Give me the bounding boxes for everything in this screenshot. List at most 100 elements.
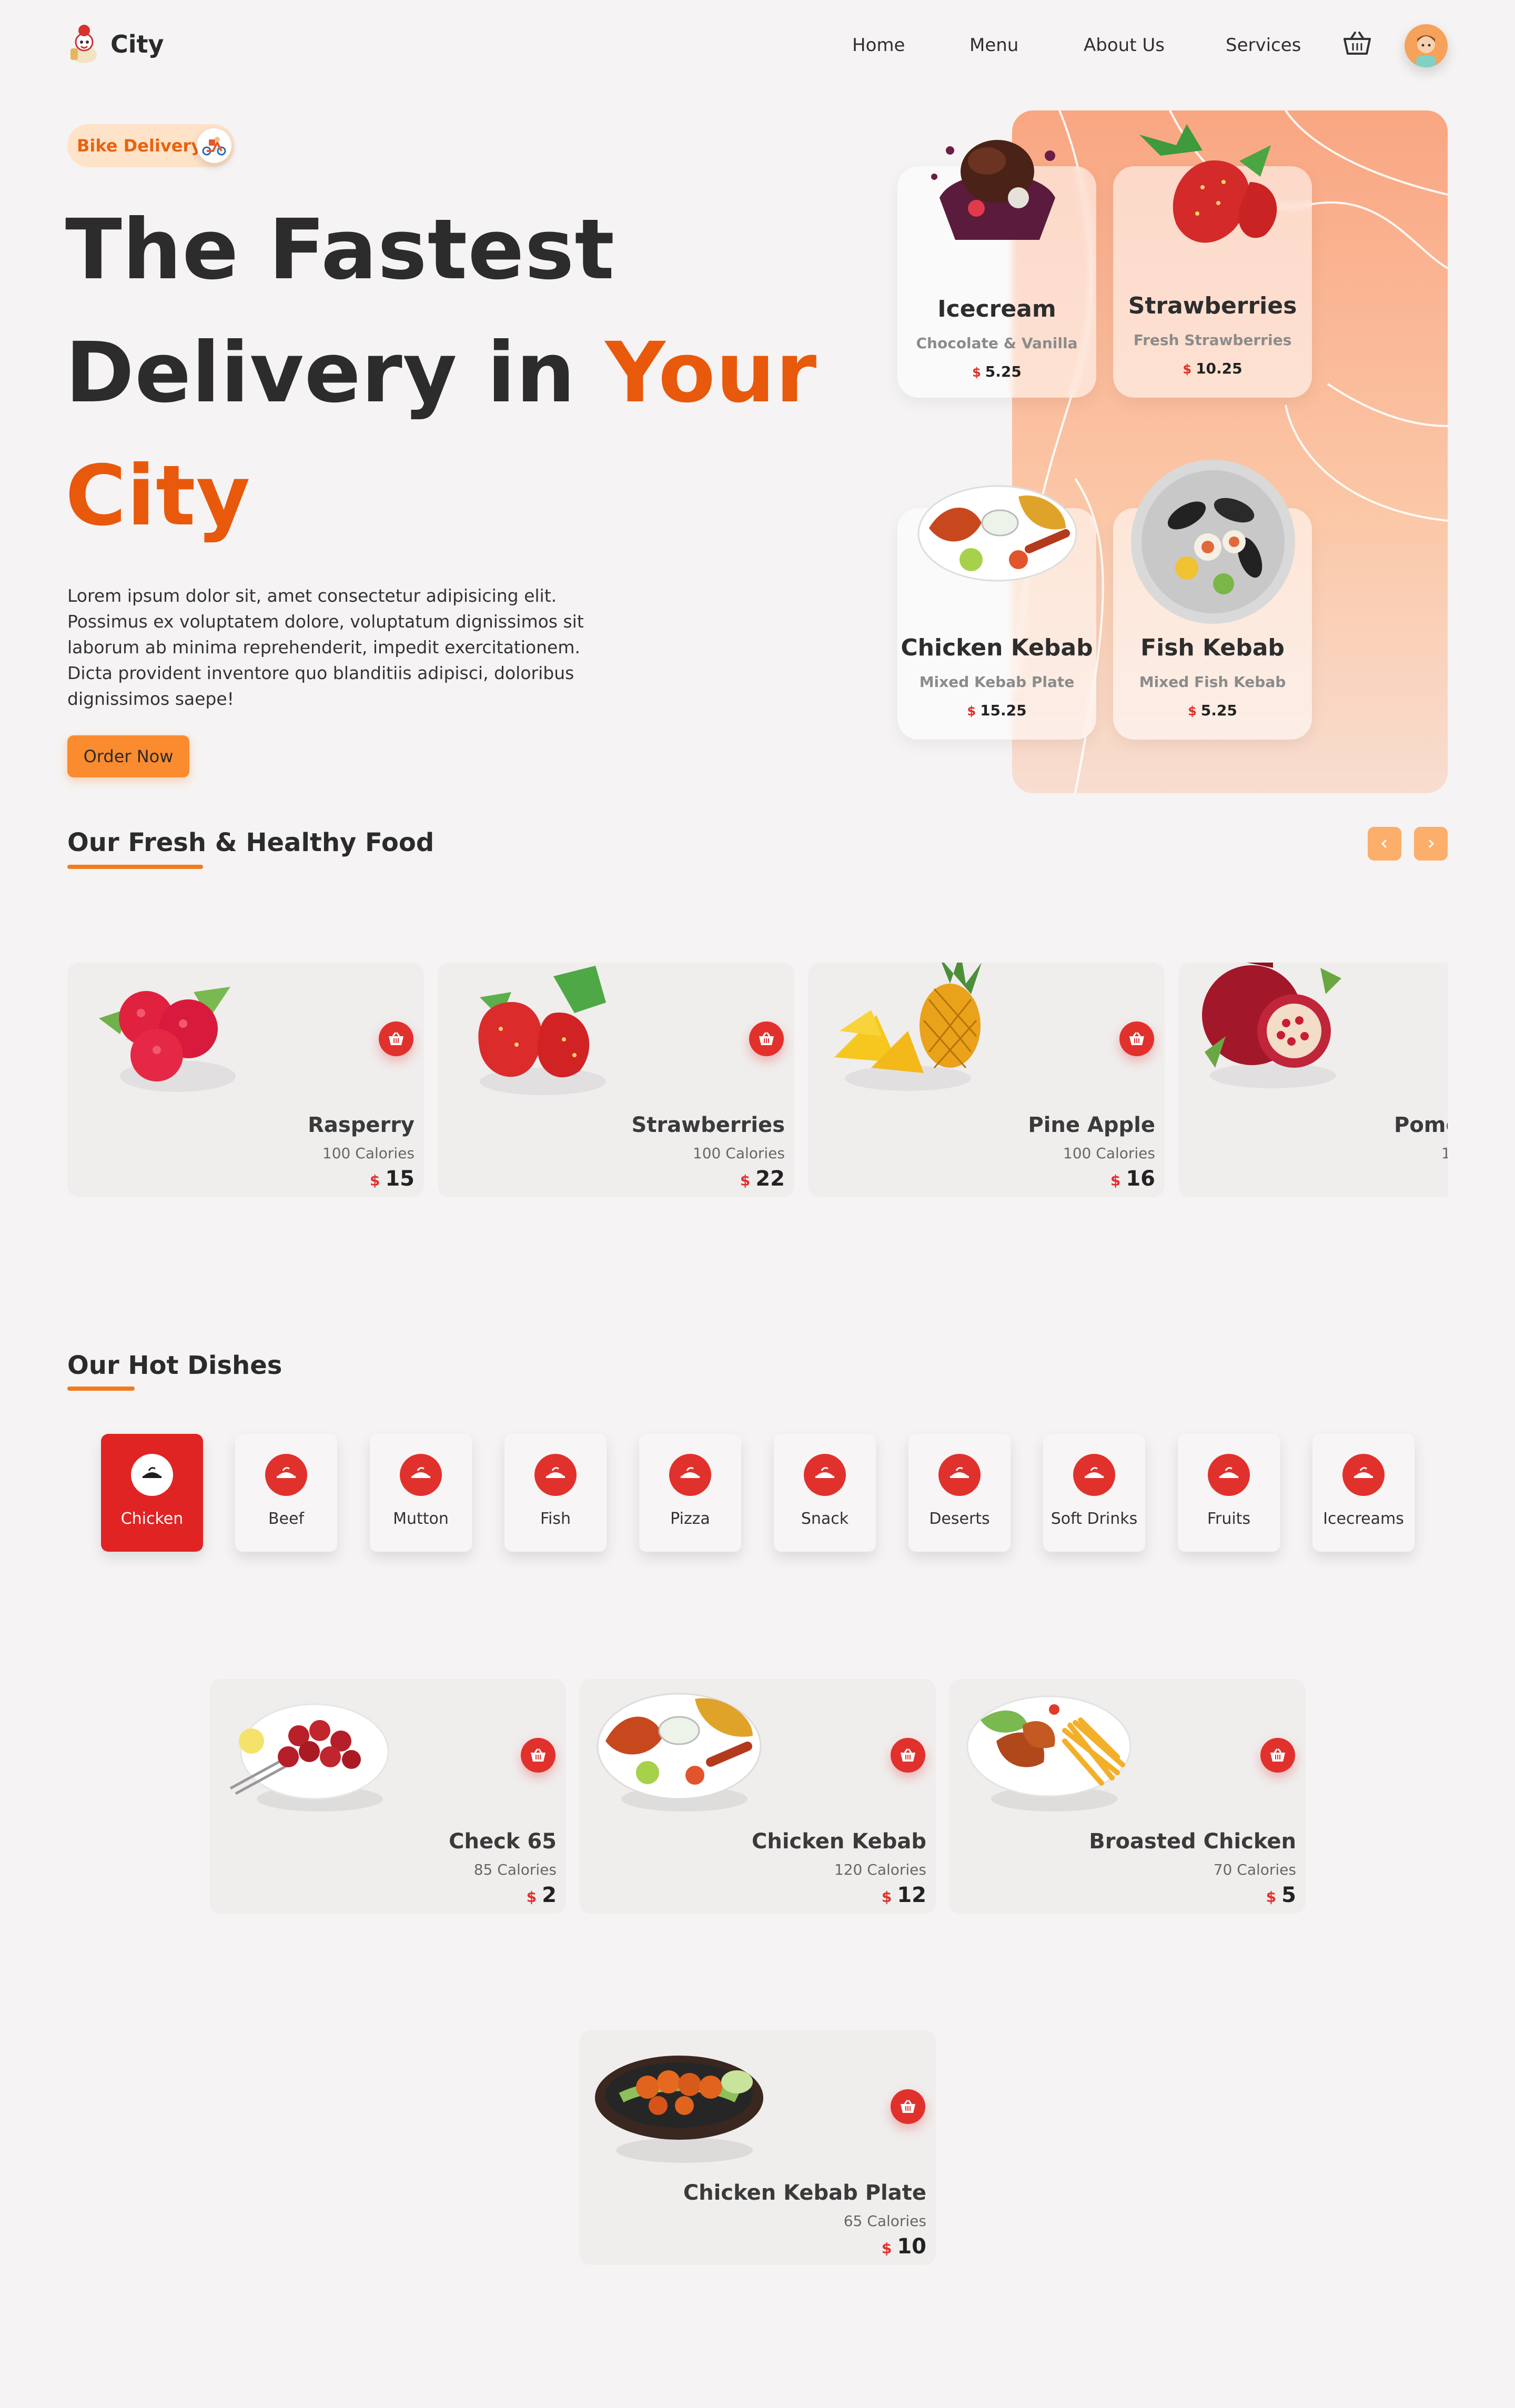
category-label: Fruits bbox=[1207, 1510, 1251, 1528]
hot-dish-card[interactable]: Check 65 85 Calories $2 bbox=[209, 1679, 566, 1914]
nav-about-us[interactable]: About Us bbox=[1084, 35, 1165, 56]
chicken-kebab-image bbox=[917, 485, 1077, 582]
hot-dish-card[interactable]: Broasted Chicken 70 Calories $5 bbox=[949, 1679, 1306, 1914]
currency-symbol: $ bbox=[369, 1172, 380, 1189]
order-now-button[interactable]: Order Now bbox=[67, 735, 189, 777]
hero-card-name: Strawberries bbox=[1128, 292, 1297, 319]
item-price: $15 bbox=[370, 1167, 415, 1191]
add-to-cart-basket-icon[interactable] bbox=[891, 1738, 925, 1773]
category-chicken[interactable]: Chicken bbox=[101, 1434, 203, 1552]
hero-card-icecream[interactable]: Icecream Chocolate & Vanilla $5.25 bbox=[897, 140, 1096, 398]
fresh-item-card[interactable]: Pomegranate 100 Calories $11 bbox=[1178, 963, 1448, 1197]
rasperry-image bbox=[99, 987, 236, 1092]
hot-dishes-title: Our Hot Dishes bbox=[67, 1351, 282, 1380]
nav-home[interactable]: Home bbox=[852, 35, 905, 56]
category-mutton[interactable]: Mutton bbox=[370, 1434, 472, 1552]
currency-symbol: $ bbox=[967, 704, 976, 719]
fresh-item-card[interactable]: Strawberries 100 Calories $22 bbox=[438, 963, 794, 1197]
item-price: $16 bbox=[1110, 1167, 1155, 1191]
add-to-cart-basket-icon[interactable] bbox=[891, 2089, 925, 2124]
category-label: Deserts bbox=[929, 1510, 990, 1528]
add-to-cart-basket-icon[interactable] bbox=[521, 1738, 556, 1773]
category-deserts[interactable]: Deserts bbox=[908, 1434, 1011, 1552]
hero-card-name: Fish Kebab bbox=[1140, 634, 1285, 661]
price-value: 5 bbox=[1281, 1883, 1296, 1907]
nav-services[interactable]: Services bbox=[1226, 35, 1301, 56]
hero-card-strawberries[interactable]: Strawberries Fresh Strawberries $10.25 bbox=[1113, 124, 1312, 398]
item-calories: 85 Calories bbox=[473, 1861, 557, 1878]
item-price: $5 bbox=[1266, 1883, 1296, 1907]
fresh-item-card[interactable]: Pine Apple 100 Calories $16 bbox=[808, 963, 1165, 1197]
hero-card-subtitle: Mixed Fish Kebab bbox=[1139, 673, 1286, 691]
hero-card-name: Chicken Kebab bbox=[901, 634, 1093, 661]
category-label: Chicken bbox=[120, 1510, 184, 1528]
hot-dishes-underline bbox=[67, 1387, 135, 1391]
hot-dish-card[interactable]: Chicken Kebab 120 Calories $12 bbox=[579, 1679, 936, 1914]
category-beef[interactable]: Beef bbox=[235, 1434, 337, 1552]
category-fruits[interactable]: Fruits bbox=[1178, 1434, 1280, 1552]
chevron-left-icon[interactable] bbox=[1368, 827, 1401, 861]
fresh-item-card[interactable]: Rasperry 100 Calories $15 bbox=[67, 963, 424, 1197]
category-label: Mutton bbox=[393, 1510, 449, 1528]
dish-icon bbox=[1073, 1454, 1115, 1496]
fish-kebab-image bbox=[1131, 460, 1295, 624]
item-calories: 100 Calories bbox=[322, 1145, 415, 1162]
brand-name: City bbox=[110, 30, 164, 58]
hero-card-subtitle: Fresh Strawberries bbox=[1133, 331, 1292, 349]
add-to-cart-basket-icon[interactable] bbox=[379, 1021, 413, 1056]
category-snack[interactable]: Snack bbox=[774, 1434, 876, 1552]
item-price: $22 bbox=[740, 1167, 785, 1191]
price-value: 10.25 bbox=[1196, 360, 1243, 377]
hot-dish-card[interactable]: Chicken Kebab Plate 65 Calories $10 bbox=[579, 2030, 936, 2265]
icecream-image bbox=[931, 140, 1055, 240]
dish-icon bbox=[265, 1454, 307, 1496]
bike-delivery-badge: Bike Delivery bbox=[67, 124, 235, 167]
broasted-chicken-image bbox=[966, 1695, 1132, 1812]
category-fish[interactable]: Fish bbox=[504, 1434, 607, 1552]
chef-logo-icon bbox=[67, 23, 101, 65]
hero-title-dark: Delivery in bbox=[65, 325, 605, 421]
item-calories: 100 Calories bbox=[1441, 1145, 1448, 1162]
currency-symbol: $ bbox=[740, 1172, 751, 1189]
badge-label: Bike Delivery bbox=[77, 136, 203, 156]
hero-card-fish-kebab[interactable]: Fish Kebab Mixed Fish Kebab $5.25 bbox=[1113, 460, 1312, 740]
price-value: 5.25 bbox=[985, 363, 1022, 380]
add-to-cart-basket-icon[interactable] bbox=[749, 1021, 784, 1056]
category-label: Fish bbox=[540, 1510, 571, 1528]
dish-icon bbox=[131, 1454, 173, 1496]
dish-icon bbox=[804, 1454, 846, 1496]
add-to-cart-basket-icon[interactable] bbox=[1119, 1021, 1154, 1056]
item-name: Check 65 bbox=[449, 1829, 557, 1854]
scooter-icon bbox=[197, 128, 231, 163]
fresh-food-title: Our Fresh & Healthy Food bbox=[67, 828, 435, 857]
category-label: Beef bbox=[268, 1510, 305, 1528]
item-price: $10 bbox=[882, 2234, 926, 2259]
currency-symbol: $ bbox=[881, 1888, 892, 1906]
currency-symbol: $ bbox=[1110, 1172, 1121, 1189]
category-icecreams[interactable]: Icecreams bbox=[1312, 1434, 1415, 1552]
hero-card-price: $5.25 bbox=[1113, 702, 1312, 719]
brand-logo[interactable]: City bbox=[67, 23, 164, 65]
category-label: Pizza bbox=[670, 1510, 710, 1528]
dish-icon bbox=[1208, 1454, 1250, 1496]
nav-menu[interactable]: Menu bbox=[969, 35, 1018, 56]
item-name: Strawberries bbox=[631, 1113, 785, 1137]
dish-icon bbox=[938, 1454, 981, 1496]
chevron-right-icon[interactable] bbox=[1414, 827, 1448, 861]
category-soft-drinks[interactable]: Soft Drinks bbox=[1043, 1434, 1145, 1552]
hero-card-price: $15.25 bbox=[897, 702, 1096, 719]
category-pizza[interactable]: Pizza bbox=[639, 1434, 741, 1552]
price-value: 10 bbox=[897, 2234, 926, 2259]
hero-card-chicken-kebab[interactable]: Chicken Kebab Mixed Kebab Plate $15.25 bbox=[897, 485, 1096, 740]
item-name: Pomegranate bbox=[1394, 1113, 1448, 1137]
price-value: 12 bbox=[897, 1883, 926, 1907]
strawberries-image bbox=[1139, 124, 1277, 243]
item-name: Chicken Kebab bbox=[752, 1829, 926, 1854]
currency-symbol: $ bbox=[526, 1888, 537, 1906]
item-price: $2 bbox=[527, 1883, 557, 1907]
chicken-kebab-plate-image bbox=[595, 2056, 763, 2163]
user-avatar[interactable] bbox=[1405, 24, 1448, 67]
basket-icon[interactable] bbox=[1342, 31, 1372, 57]
dish-icon bbox=[534, 1454, 577, 1496]
add-to-cart-basket-icon[interactable] bbox=[1260, 1738, 1295, 1773]
